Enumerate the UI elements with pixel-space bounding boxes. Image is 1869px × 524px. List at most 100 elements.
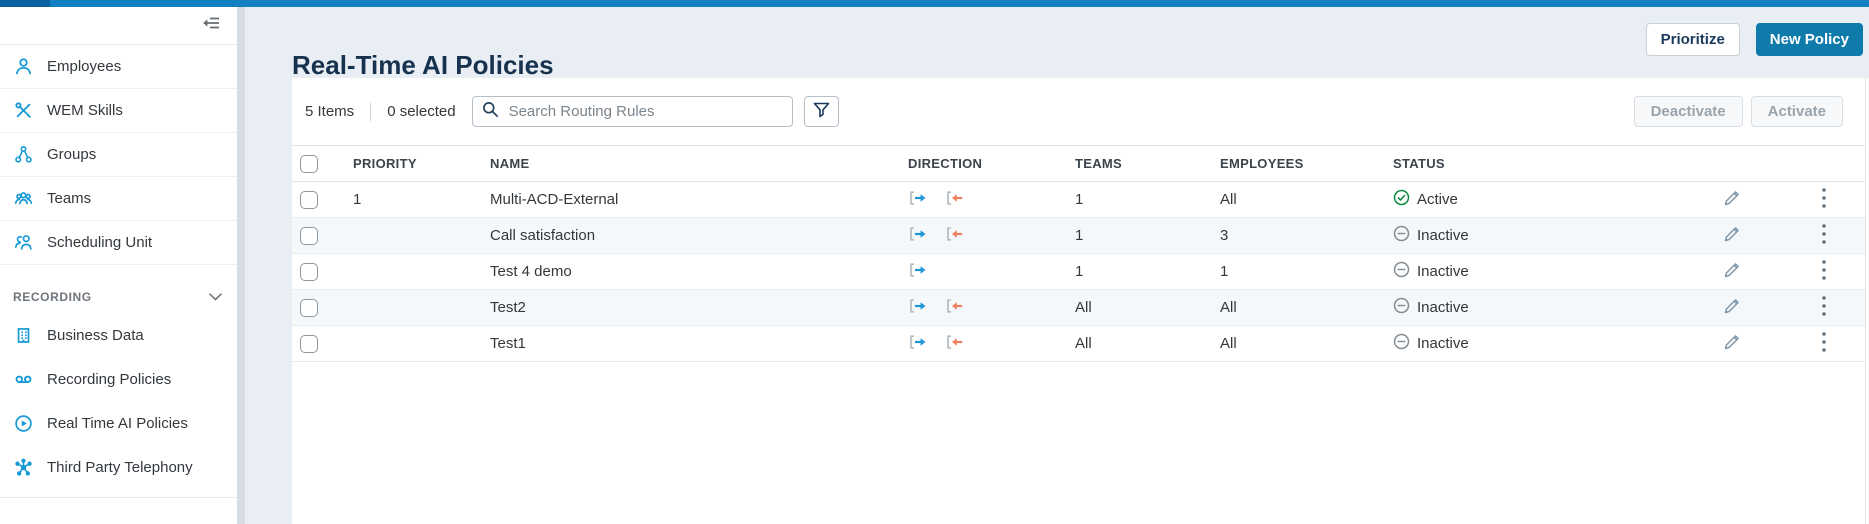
sidebar-section-recording[interactable]: RECORDING — [0, 281, 237, 313]
inbound-direction-icon — [945, 298, 965, 318]
sidebar-item-teams[interactable]: Teams — [0, 177, 237, 221]
outbound-direction-icon — [908, 262, 928, 282]
row-checkbox[interactable] — [300, 191, 318, 209]
employees-cell: 3 — [1220, 227, 1393, 244]
people-group-icon — [13, 189, 33, 208]
status-inactive-icon — [1393, 297, 1410, 318]
table-row[interactable]: Call satisfaction 1 3 Inactive — [292, 218, 1865, 254]
main-scrollbar-track[interactable] — [1865, 78, 1869, 524]
row-checkbox[interactable] — [300, 263, 318, 281]
kebab-menu-icon — [1821, 295, 1827, 321]
edit-policy-button[interactable] — [1682, 332, 1782, 356]
teams-cell: 1 — [1075, 191, 1220, 208]
sidebar-item-wem-skills[interactable]: WEM Skills — [0, 89, 237, 133]
kebab-menu-icon — [1821, 331, 1827, 357]
pencil-icon — [1722, 188, 1742, 212]
collapse-sidebar-icon[interactable] — [201, 14, 223, 37]
top-brand-bar-accent — [0, 0, 50, 7]
top-brand-bar — [0, 0, 1869, 7]
sidebar-item-scheduling-unit[interactable]: Scheduling Unit — [0, 221, 237, 265]
employees-cell: All — [1220, 299, 1393, 316]
toolbar-divider — [370, 103, 371, 121]
person-icon — [13, 57, 33, 76]
sidebar-item-business-data[interactable]: Business Data — [0, 313, 237, 357]
select-all-checkbox[interactable] — [300, 155, 318, 173]
sidebar-item-groups[interactable]: Groups — [0, 133, 237, 177]
sidebar-item-label: Employees — [47, 58, 121, 75]
status-cell: Inactive — [1393, 261, 1682, 282]
new-policy-button[interactable]: New Policy — [1756, 23, 1863, 56]
policy-name-cell: Call satisfaction — [490, 227, 908, 244]
employees-cell: 1 — [1220, 263, 1393, 280]
row-menu-button[interactable] — [1782, 295, 1865, 321]
status-inactive-icon — [1393, 261, 1410, 282]
sidebar-item-label: WEM Skills — [47, 102, 123, 119]
pencil-icon — [1722, 224, 1742, 248]
chevron-down-icon[interactable] — [209, 290, 222, 304]
status-cell: Inactive — [1393, 225, 1682, 246]
search-input[interactable] — [507, 102, 783, 121]
voicemail-icon — [13, 370, 33, 389]
sidebar: Employees WEM Skills Groups Teams Schedu… — [0, 7, 237, 524]
deactivate-button[interactable]: Deactivate — [1634, 96, 1743, 127]
search-icon — [482, 101, 499, 123]
sidebar-item-label: Recording Policies — [47, 371, 171, 388]
table-row[interactable]: 1 Multi-ACD-External 1 All Active — [292, 182, 1865, 218]
status-active-icon — [1393, 189, 1410, 210]
sidebar-item-third-party-telephony[interactable]: Third Party Telephony — [0, 445, 237, 489]
policy-name-cell: Test1 — [490, 335, 908, 352]
funnel-icon — [813, 102, 830, 121]
sidebar-bottom-divider — [0, 497, 237, 498]
status-cell: Inactive — [1393, 333, 1682, 354]
sidebar-item-label: Scheduling Unit — [47, 234, 152, 251]
tools-icon — [13, 101, 33, 120]
filter-button[interactable] — [804, 96, 839, 127]
sidebar-scrollbar[interactable] — [237, 7, 245, 524]
edit-policy-button[interactable] — [1682, 260, 1782, 284]
table-row[interactable]: Test1 All All Inactive — [292, 326, 1865, 362]
row-menu-button[interactable] — [1782, 223, 1865, 249]
sidebar-item-employees[interactable]: Employees — [0, 45, 237, 89]
employees-cell: All — [1220, 191, 1393, 208]
table-row[interactable]: Test 4 demo 1 1 Inactive — [292, 254, 1865, 290]
row-checkbox[interactable] — [300, 227, 318, 245]
sidebar-item-recording-policies[interactable]: Recording Policies — [0, 357, 237, 401]
edit-policy-button[interactable] — [1682, 188, 1782, 212]
direction-cell — [908, 298, 1075, 318]
policy-name-cell: Test2 — [490, 299, 908, 316]
sidebar-header — [0, 7, 237, 45]
edit-policy-button[interactable] — [1682, 224, 1782, 248]
row-menu-button[interactable] — [1782, 331, 1865, 357]
prioritize-button[interactable]: Prioritize — [1646, 23, 1740, 56]
row-menu-button[interactable] — [1782, 259, 1865, 285]
sidebar-item-label: Teams — [47, 190, 91, 207]
status-inactive-icon — [1393, 225, 1410, 246]
outbound-direction-icon — [908, 298, 928, 318]
column-header-status: STATUS — [1393, 156, 1682, 171]
kebab-menu-icon — [1821, 187, 1827, 213]
sidebar-item-label: Real Time AI Policies — [47, 415, 188, 432]
direction-cell — [908, 262, 1075, 282]
row-checkbox[interactable] — [300, 335, 318, 353]
column-header-employees: EMPLOYEES — [1220, 156, 1393, 171]
row-checkbox[interactable] — [300, 299, 318, 317]
table-toolbar: 5 Items 0 selected Deactivate Activate — [292, 78, 1865, 145]
teams-cell: All — [1075, 335, 1220, 352]
building-icon — [13, 326, 33, 345]
outbound-direction-icon — [908, 334, 928, 354]
edit-policy-button[interactable] — [1682, 296, 1782, 320]
column-header-priority: PRIORITY — [353, 156, 490, 171]
pencil-icon — [1722, 260, 1742, 284]
pencil-icon — [1722, 332, 1742, 356]
table-row[interactable]: Test2 All All Inactive — [292, 290, 1865, 326]
search-box[interactable] — [472, 96, 793, 127]
teams-cell: All — [1075, 299, 1220, 316]
sidebar-item-real-time-ai-policies[interactable]: Real Time AI Policies — [0, 401, 237, 445]
teams-cell: 1 — [1075, 263, 1220, 280]
activate-button[interactable]: Activate — [1751, 96, 1843, 127]
status-label: Inactive — [1417, 263, 1469, 280]
two-people-icon — [13, 233, 33, 252]
status-label: Inactive — [1417, 335, 1469, 352]
row-menu-button[interactable] — [1782, 187, 1865, 213]
employees-cell: All — [1220, 335, 1393, 352]
